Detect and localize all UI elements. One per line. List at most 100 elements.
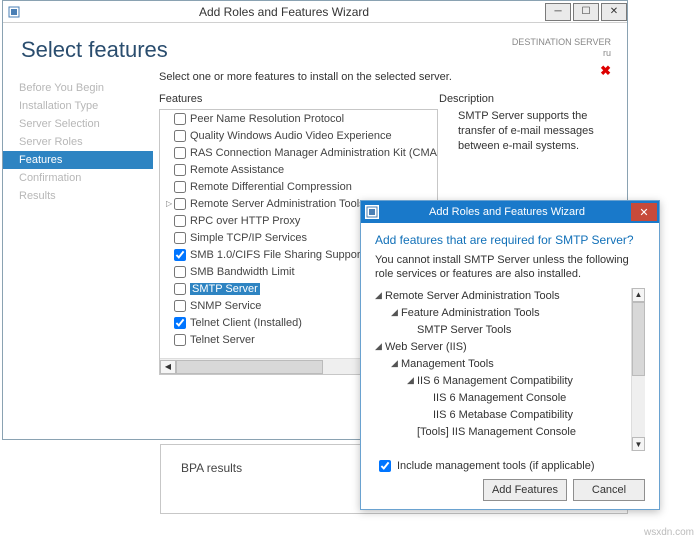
app-icon	[7, 5, 21, 19]
description-heading: Description	[429, 93, 617, 105]
feature-row[interactable]: RAS Connection Manager Administration Ki…	[160, 144, 437, 161]
scroll-down-icon[interactable]: ▼	[632, 437, 645, 451]
feature-checkbox[interactable]	[174, 181, 186, 193]
close-button[interactable]: ✕	[601, 3, 627, 21]
feature-row[interactable]: Quality Windows Audio Video Experience	[160, 127, 437, 144]
instructions: Select one or more features to install o…	[159, 69, 617, 93]
include-tools-checkbox[interactable]	[379, 460, 391, 472]
tree-node: SMTP Server Tools	[375, 322, 645, 339]
collapse-icon[interactable]: ◢	[391, 306, 399, 320]
tree-node-label: Web Server (IIS)	[385, 339, 467, 356]
nav-server-roles[interactable]: Server Roles	[3, 133, 153, 151]
collapse-icon[interactable]: ◢	[391, 357, 399, 371]
feature-checkbox[interactable]	[174, 283, 186, 295]
feature-label: RPC over HTTP Proxy	[190, 215, 300, 227]
tree-node-label: SMTP Server Tools	[417, 322, 511, 339]
feature-label: RAS Connection Manager Administration Ki…	[190, 147, 437, 159]
tree-node-label: IIS 6 Management Compatibility	[417, 373, 573, 390]
scroll-up-icon[interactable]: ▲	[632, 288, 645, 302]
include-tools-row[interactable]: Include management tools (if applicable)	[375, 451, 645, 479]
features-heading: Features	[159, 93, 429, 105]
cancel-button[interactable]: Cancel	[573, 479, 645, 501]
feature-label: SMB 1.0/CIFS File Sharing Support	[190, 249, 364, 261]
dialog-heading: Add features that are required for SMTP …	[375, 233, 645, 247]
destination-server: DESTINATION SERVER ru ✖	[512, 37, 611, 63]
feature-checkbox[interactable]	[174, 232, 186, 244]
feature-checkbox[interactable]	[174, 266, 186, 278]
include-tools-label: Include management tools (if applicable)	[397, 460, 595, 472]
feature-row[interactable]: Peer Name Resolution Protocol	[160, 110, 437, 127]
add-features-button[interactable]: Add Features	[483, 479, 567, 501]
collapse-icon[interactable]: ◢	[407, 374, 415, 388]
dialog-titlebar: Add Roles and Features Wizard ✕	[361, 201, 659, 223]
titlebar: Add Roles and Features Wizard ─ ☐ ✕	[3, 1, 627, 23]
vscroll-thumb[interactable]	[632, 302, 645, 376]
nav-before-you-begin[interactable]: Before You Begin	[3, 79, 153, 97]
tree-node: ◢Web Server (IIS)	[375, 339, 645, 356]
feature-label: Simple TCP/IP Services	[190, 232, 307, 244]
feature-row[interactable]: Remote Differential Compression	[160, 178, 437, 195]
feature-checkbox[interactable]	[174, 215, 186, 227]
feature-label: SMTP Server	[190, 283, 260, 295]
hscroll-thumb[interactable]	[176, 360, 323, 374]
tree-node-label: Management Tools	[401, 356, 494, 373]
nav-server-selection[interactable]: Server Selection	[3, 115, 153, 133]
feature-checkbox[interactable]	[174, 249, 186, 261]
collapse-icon[interactable]: ◢	[375, 340, 383, 354]
vertical-scrollbar[interactable]: ▲ ▼	[631, 288, 645, 451]
dialog-close-button[interactable]: ✕	[631, 203, 657, 221]
tree-node-label: IIS 6 Metabase Compatibility	[433, 407, 573, 424]
nav-confirmation[interactable]: Confirmation	[3, 169, 153, 187]
feature-label: Remote Assistance	[190, 164, 284, 176]
nav-results[interactable]: Results	[3, 187, 153, 205]
destination-value: ru	[512, 48, 611, 59]
collapse-icon[interactable]: ◢	[375, 289, 383, 303]
error-icon: ✖	[600, 63, 611, 79]
feature-checkbox[interactable]	[174, 334, 186, 346]
add-features-dialog: Add Roles and Features Wizard ✕ Add feat…	[360, 200, 660, 510]
minimize-button[interactable]: ─	[545, 3, 571, 21]
tree-node-label: Feature Administration Tools	[401, 305, 540, 322]
tree-node: IIS 6 Management Console	[375, 390, 645, 407]
feature-label: Telnet Client (Installed)	[190, 317, 302, 329]
nav-installation-type[interactable]: Installation Type	[3, 97, 153, 115]
nav-features[interactable]: Features	[3, 151, 153, 169]
tree-node-label: Remote Server Administration Tools	[385, 288, 560, 305]
feature-label: Remote Server Administration Tools	[190, 198, 365, 210]
watermark: wsxdn.com	[644, 527, 694, 538]
feature-label: Telnet Server	[190, 334, 255, 346]
feature-description: SMTP Server supports the transfer of e-m…	[448, 105, 617, 154]
tree-node: ◢IIS 6 Management Compatibility	[375, 373, 645, 390]
feature-label: Quality Windows Audio Video Experience	[190, 130, 392, 142]
feature-checkbox[interactable]	[174, 130, 186, 142]
page-title: Select features	[21, 37, 168, 63]
window-title: Add Roles and Features Wizard	[25, 5, 543, 19]
feature-label: Remote Differential Compression	[190, 181, 352, 193]
maximize-button[interactable]: ☐	[573, 3, 599, 21]
tree-node: IIS 6 Metabase Compatibility	[375, 407, 645, 424]
scroll-left-icon[interactable]: ◀	[160, 360, 176, 374]
tree-node-label: IIS 6 Management Console	[433, 390, 566, 407]
dialog-app-icon	[365, 205, 379, 219]
feature-label: Peer Name Resolution Protocol	[190, 113, 344, 125]
tree-node-label: [Tools] IIS Management Console	[417, 424, 576, 441]
dialog-text: You cannot install SMTP Server unless th…	[375, 253, 645, 282]
feature-checkbox[interactable]	[174, 147, 186, 159]
feature-checkbox[interactable]	[174, 164, 186, 176]
feature-label: SMB Bandwidth Limit	[190, 266, 295, 278]
bpa-results-title: BPA results	[181, 461, 242, 475]
required-features-tree: ◢Remote Server Administration Tools◢Feat…	[375, 288, 645, 441]
expand-icon[interactable]: ▷	[166, 199, 174, 208]
feature-checkbox[interactable]	[174, 198, 186, 210]
dialog-title: Add Roles and Features Wizard	[383, 206, 631, 218]
tree-node: ◢Remote Server Administration Tools	[375, 288, 645, 305]
feature-checkbox[interactable]	[174, 113, 186, 125]
destination-label: DESTINATION SERVER	[512, 37, 611, 48]
feature-row[interactable]: Remote Assistance	[160, 161, 437, 178]
feature-checkbox[interactable]	[174, 317, 186, 329]
tree-node: ◢Management Tools	[375, 356, 645, 373]
wizard-nav: Before You Begin Installation Type Serve…	[3, 69, 153, 439]
feature-checkbox[interactable]	[174, 300, 186, 312]
tree-node: [Tools] IIS Management Console	[375, 424, 645, 441]
tree-node: ◢Feature Administration Tools	[375, 305, 645, 322]
